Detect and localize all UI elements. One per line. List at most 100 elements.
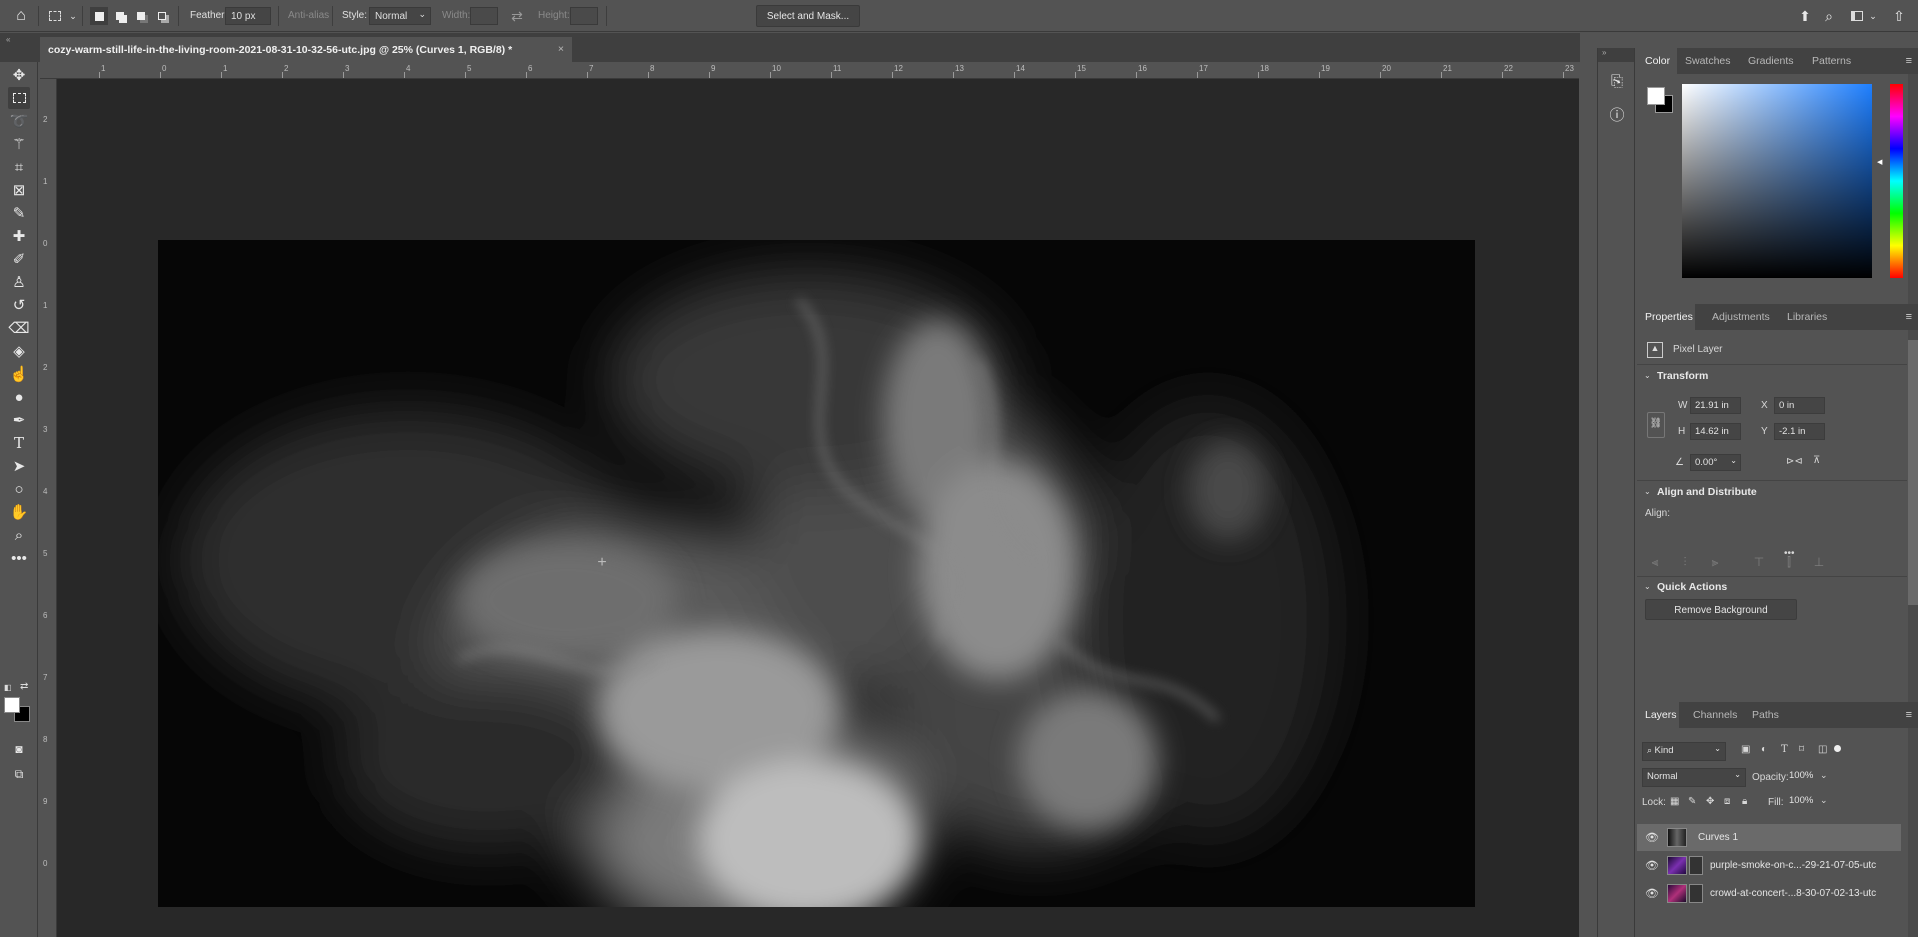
color-picker-field[interactable] <box>1682 84 1872 278</box>
lock-all-icon[interactable]: 🔒︎ <box>1742 796 1747 807</box>
layers-scrollbar[interactable] <box>1908 728 1918 937</box>
chevron-down-icon[interactable]: ⌄ <box>64 7 82 25</box>
fill-field[interactable]: 100% <box>1785 793 1819 812</box>
brush-tool-icon[interactable]: ✐ <box>8 248 30 270</box>
type-tool-icon[interactable]: T <box>8 432 30 454</box>
remove-background-button[interactable]: Remove Background <box>1645 599 1797 620</box>
pen-tool-icon[interactable]: ✒ <box>8 409 30 431</box>
layer-filter-select[interactable]: ⌕ Kind ⌄ <box>1642 742 1726 761</box>
crop-tool-icon[interactable]: ⌗ <box>8 156 30 178</box>
hand-tool-icon[interactable]: ✋ <box>8 501 30 523</box>
tab-color[interactable]: Color <box>1645 55 1670 67</box>
path-selection-tool-icon[interactable]: ➤ <box>8 455 30 477</box>
shape-filter-icon[interactable]: ⌑ <box>1799 744 1804 755</box>
healing-brush-tool-icon[interactable]: ✚ <box>8 225 30 247</box>
panel-menu-icon[interactable]: ≡ <box>1906 55 1912 67</box>
strip-collapse-icon[interactable]: » <box>1598 48 1634 62</box>
adjustment-filter-icon[interactable]: ◐ <box>1761 744 1767 755</box>
dodge-tool-icon[interactable]: ● <box>8 386 30 408</box>
tab-gradients[interactable]: Gradients <box>1748 55 1794 67</box>
layer-row[interactable]: 👁︎ Curves 1 <box>1637 824 1901 851</box>
chevron-down-icon[interactable]: ⌄ <box>1644 371 1651 380</box>
foreground-color-chip[interactable] <box>1647 87 1665 105</box>
layer-row[interactable]: 👁︎ crowd-at-concert-...8-30-07-02-13-utc <box>1637 880 1901 907</box>
document-tab[interactable]: cozy-warm-still-life-in-the-living-room-… <box>40 37 572 62</box>
chevron-down-icon[interactable]: ⌄ <box>1820 770 1828 781</box>
default-colors-icon[interactable]: ◧ <box>4 683 14 693</box>
close-tab-icon[interactable]: × <box>558 43 564 55</box>
align-left-icon[interactable]: ⫷ <box>1647 555 1663 571</box>
antialias-checkbox[interactable]: Anti-alias <box>288 10 329 21</box>
share-icon[interactable]: ⬆ <box>1796 7 1814 25</box>
panel-menu-icon[interactable]: ≡ <box>1906 709 1912 721</box>
type-filter-icon[interactable]: T <box>1781 744 1788 755</box>
angle-field[interactable]: 0.00° ⌄ <box>1690 454 1741 471</box>
width-input[interactable] <box>470 7 498 25</box>
visibility-eye-icon[interactable]: 👁︎ <box>1645 859 1659 872</box>
style-select[interactable]: Normal ⌄ <box>369 7 431 25</box>
chevron-down-icon[interactable]: ⌄ <box>1644 487 1651 496</box>
properties-scroll-thumb[interactable] <box>1908 340 1918 605</box>
share-document-icon[interactable]: ⇧ <box>1890 7 1908 25</box>
tab-patterns[interactable]: Patterns <box>1812 55 1851 67</box>
eyedropper-tool-icon[interactable]: ✎ <box>8 202 30 224</box>
quick-mask-icon[interactable]: ◙ <box>8 738 30 760</box>
color-panel-scrollbar[interactable] <box>1908 74 1918 308</box>
visibility-eye-icon[interactable]: 👁︎ <box>1645 831 1659 844</box>
new-selection-icon[interactable] <box>90 7 108 25</box>
zoom-tool-icon[interactable]: ⌕ <box>8 524 30 546</box>
align-bottom-icon[interactable]: ⊥ <box>1811 555 1827 571</box>
lasso-tool-icon[interactable]: ➰ <box>8 110 30 132</box>
hue-slider[interactable] <box>1890 84 1903 278</box>
y-field[interactable]: -2.1 in <box>1774 423 1825 440</box>
foreground-color-swatch[interactable] <box>4 697 20 713</box>
tab-paths[interactable]: Paths <box>1752 709 1779 721</box>
info-panel-icon[interactable]: ⓘ <box>1606 103 1628 125</box>
pixel-filter-icon[interactable]: ▣ <box>1741 744 1750 755</box>
height-field[interactable]: 14.62 in <box>1690 423 1741 440</box>
flip-vertical-icon[interactable]: ⊼ <box>1813 455 1820 466</box>
chevron-down-icon[interactable]: ⌄ <box>1864 7 1882 25</box>
magic-wand-tool-icon[interactable]: ⚚ <box>8 133 30 155</box>
swap-colors-icon[interactable]: ⇄ <box>20 681 28 692</box>
more-tools-icon[interactable]: ••• <box>8 547 30 569</box>
history-panel-icon[interactable]: ⎘ <box>1606 70 1628 92</box>
add-to-selection-icon[interactable] <box>111 7 129 25</box>
tab-properties[interactable]: Properties <box>1645 311 1693 323</box>
rectangular-marquee-icon[interactable] <box>46 7 64 25</box>
align-center-h-icon[interactable]: ⫶ <box>1677 555 1693 571</box>
lock-artboard-icon[interactable]: ⧈ <box>1724 796 1730 807</box>
ellipse-tool-icon[interactable]: ○ <box>8 478 30 500</box>
tab-channels[interactable]: Channels <box>1693 709 1737 721</box>
feather-input[interactable]: 10 px <box>225 7 271 25</box>
smudge-tool-icon[interactable]: ☝ <box>8 363 30 385</box>
eraser-tool-icon[interactable]: ⌫ <box>8 317 30 339</box>
width-field[interactable]: 21.91 in <box>1690 397 1741 414</box>
chevron-down-icon[interactable]: ⌄ <box>1820 795 1828 806</box>
subtract-from-selection-icon[interactable] <box>132 7 150 25</box>
panel-menu-icon[interactable]: ≡ <box>1906 311 1912 323</box>
blend-mode-select[interactable]: Normal ⌄ <box>1642 768 1746 787</box>
x-field[interactable]: 0 in <box>1774 397 1825 414</box>
opacity-field[interactable]: 100% <box>1785 768 1819 787</box>
intersect-selection-icon[interactable] <box>153 7 171 25</box>
visibility-eye-icon[interactable]: 👁︎ <box>1645 887 1659 900</box>
marquee-tool-icon[interactable] <box>8 87 30 109</box>
history-brush-tool-icon[interactable]: ↺ <box>8 294 30 316</box>
move-tool-icon[interactable]: ✥ <box>8 64 30 86</box>
filter-toggle-icon[interactable] <box>1834 745 1841 752</box>
tab-libraries[interactable]: Libraries <box>1787 311 1827 323</box>
flip-horizontal-icon[interactable]: ⊳⊲ <box>1786 456 1803 467</box>
layer-name[interactable]: purple-smoke-on-c...-29-21-07-05-utc <box>1710 860 1876 871</box>
align-middle-v-icon[interactable]: ⫿ <box>1781 555 1797 571</box>
height-input[interactable] <box>570 7 598 25</box>
chevron-down-icon[interactable]: ⌄ <box>1644 582 1651 591</box>
layer-row[interactable]: 👁︎ purple-smoke-on-c...-29-21-07-05-utc <box>1637 852 1901 879</box>
hue-slider-marker[interactable]: ◀ <box>1877 158 1882 166</box>
lock-pixels-icon[interactable]: ✎ <box>1688 796 1696 807</box>
layer-name[interactable]: Curves 1 <box>1698 832 1738 843</box>
lock-transparency-icon[interactable]: ▦ <box>1670 796 1679 807</box>
search-icon[interactable]: ⌕ <box>1820 7 1838 25</box>
align-right-icon[interactable]: ⫸ <box>1707 555 1723 571</box>
home-icon[interactable]: ⌂ <box>12 7 30 25</box>
